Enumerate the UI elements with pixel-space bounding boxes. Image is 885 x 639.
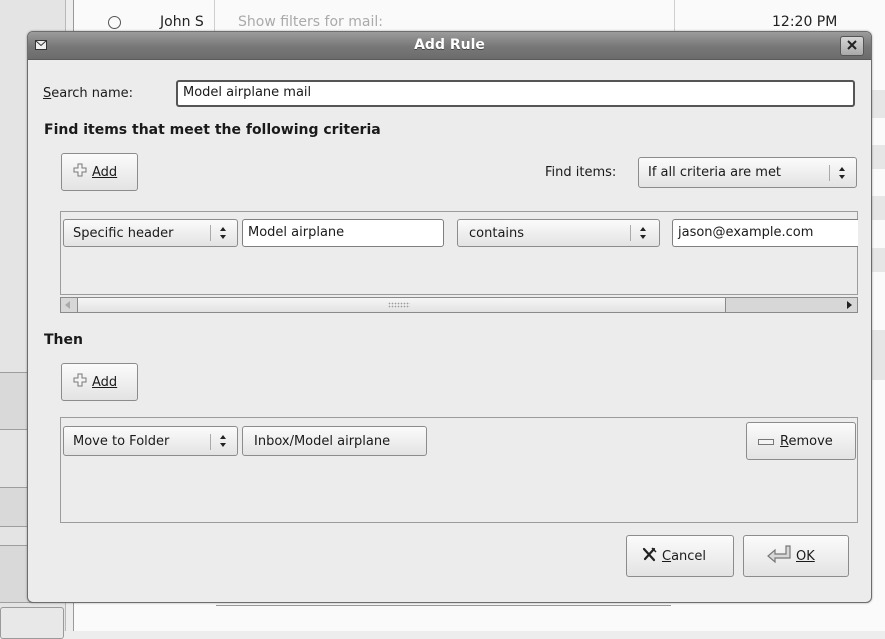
criteria-heading: Find items that meet the following crite… xyxy=(44,122,381,138)
action-type-select[interactable]: Move to Folder xyxy=(63,426,238,456)
scrollbar-grip xyxy=(388,302,410,308)
up-down-arrows-icon xyxy=(639,226,649,242)
up-down-arrows-icon xyxy=(838,166,848,182)
combo-separator xyxy=(829,165,830,181)
scrollbar-thumb[interactable] xyxy=(77,298,726,312)
search-name-label-rest: earch name: xyxy=(51,86,134,101)
up-down-arrows-icon xyxy=(219,434,229,450)
cancel-label-rest: ancel xyxy=(671,548,707,564)
folder-chooser-button[interactable]: Inbox/Model airplane xyxy=(242,426,427,456)
remove-label: Remove xyxy=(780,434,833,449)
background-button[interactable] xyxy=(0,607,64,639)
combo-separator xyxy=(210,434,211,450)
criterion-value-input[interactable]: jason@example.com xyxy=(672,219,858,247)
folder-chooser-label: Inbox/Model airplane xyxy=(254,433,391,449)
ok-button[interactable]: OK xyxy=(743,535,849,577)
dialog-title: Add Rule xyxy=(414,37,485,53)
action-type-value: Move to Folder xyxy=(73,434,170,449)
criterion-field-value: Specific header xyxy=(73,226,174,241)
actions-list: Move to Folder Inbox/Model airplane Remo… xyxy=(60,417,858,523)
remove-label-rest: emove xyxy=(788,433,833,449)
up-down-arrows-icon xyxy=(219,226,229,242)
title-bar[interactable]: Add Rule xyxy=(28,32,871,60)
find-items-value: If all criteria are met xyxy=(648,165,782,180)
background-sender: John S xyxy=(160,14,204,30)
cancel-button[interactable]: Cancel xyxy=(626,535,734,577)
minus-icon xyxy=(758,434,774,449)
combo-separator xyxy=(630,225,631,241)
plus-icon xyxy=(73,163,87,181)
find-items-select[interactable]: If all criteria are met xyxy=(638,157,857,188)
scroll-right-arrow-icon[interactable] xyxy=(842,298,856,312)
cancel-x-icon xyxy=(642,546,658,566)
add-rule-dialog: Add Rule Search name: Model airplane mai… xyxy=(27,31,872,603)
search-name-input[interactable]: Model airplane mail xyxy=(176,80,855,107)
combo-separator xyxy=(210,225,211,241)
find-items-label: Find items: xyxy=(545,165,617,180)
remove-action-button[interactable]: Remove xyxy=(746,422,856,460)
ok-label: OK xyxy=(796,548,815,564)
criteria-horizontal-scrollbar[interactable] xyxy=(60,297,858,313)
criteria-list: Specific header Model airplane contains … xyxy=(60,211,858,295)
header-name-input[interactable]: Model airplane xyxy=(242,219,444,247)
return-arrow-icon xyxy=(766,544,792,568)
background-status-icon xyxy=(108,16,121,29)
criterion-operator-select[interactable]: contains xyxy=(457,219,660,247)
criterion-field-select[interactable]: Specific header xyxy=(63,219,238,247)
add-criterion-label: Add xyxy=(92,164,118,180)
scroll-left-arrow-icon[interactable] xyxy=(61,298,75,312)
add-criterion-button[interactable]: Add xyxy=(61,153,138,191)
criterion-operator-value: contains xyxy=(469,226,525,241)
search-name-label: Search name: xyxy=(43,86,133,101)
add-action-label: Add xyxy=(92,374,118,390)
background-faint-text: Show filters for mail: xyxy=(238,14,383,30)
close-button[interactable] xyxy=(840,36,864,56)
plus-icon xyxy=(73,373,87,391)
then-heading: Then xyxy=(44,332,83,348)
cancel-label: Cancel xyxy=(662,549,706,564)
background-time: 12:20 PM xyxy=(772,14,838,30)
close-icon xyxy=(847,39,857,54)
mnemonic-letter: C xyxy=(662,548,672,564)
add-action-button[interactable]: Add xyxy=(61,363,138,401)
background-message-row: John S Show filters for mail: 12:20 PM xyxy=(74,0,885,30)
